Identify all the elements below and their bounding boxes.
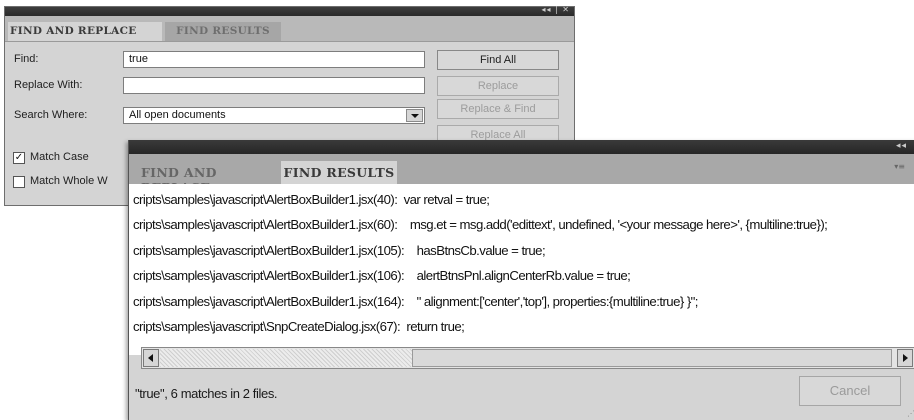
scroll-right-icon[interactable]: [897, 349, 913, 367]
match-whole-word-label: Match Whole W: [30, 175, 108, 187]
tab-find-results[interactable]: FIND RESULTS: [165, 22, 281, 41]
collapse-close-icon[interactable]: ◂◂ | ✕: [541, 5, 570, 14]
status-text: "true", 6 matches in 2 files.: [135, 386, 278, 401]
result-row[interactable]: cripts\samples\javascript\AlertBoxBuilde…: [133, 294, 698, 309]
search-where-value: All open documents: [129, 109, 226, 121]
panel-menu-icon[interactable]: ▾≡: [894, 162, 905, 171]
replace-and-find-button[interactable]: Replace & Find: [437, 99, 559, 119]
tab-find-results[interactable]: FIND RESULTS: [281, 161, 397, 184]
result-row[interactable]: cripts\samples\javascript\AlertBoxBuilde…: [133, 243, 546, 258]
scrollbar-track[interactable]: [160, 349, 412, 367]
find-all-button[interactable]: Find All: [437, 50, 559, 70]
horizontal-scrollbar[interactable]: [141, 347, 914, 369]
result-row[interactable]: cripts\samples\javascript\SnpCreateDialo…: [133, 319, 465, 334]
chevron-down-icon[interactable]: [406, 109, 423, 122]
scroll-left-icon[interactable]: [143, 349, 159, 367]
tab-bar: FIND AND REPLACE FIND RESULTS ▾≡: [129, 154, 914, 195]
tab-find-and-replace[interactable]: FIND AND REPLACE: [141, 161, 281, 195]
find-input[interactable]: true: [123, 51, 425, 68]
replace-with-label: Replace With:: [14, 79, 83, 91]
replace-with-input[interactable]: [123, 77, 425, 94]
result-row[interactable]: cripts\samples\javascript\AlertBoxBuilde…: [133, 268, 631, 283]
find-results-panel: ◂◂ FIND AND REPLACE FIND RESULTS ▾≡ crip…: [128, 140, 914, 420]
replace-button[interactable]: Replace: [437, 76, 559, 96]
match-case-label: Match Case: [30, 151, 89, 163]
match-case-checkbox[interactable]: ✓: [13, 152, 25, 164]
panel-titlebar[interactable]: ◂◂: [129, 140, 914, 154]
panel-titlebar[interactable]: ◂◂ | ✕: [5, 5, 574, 16]
tab-bar: FIND AND REPLACE FIND RESULTS: [5, 16, 574, 42]
match-whole-word-checkbox[interactable]: [13, 176, 25, 188]
find-label: Find:: [14, 53, 39, 65]
result-row[interactable]: cripts\samples\javascript\AlertBoxBuilde…: [133, 217, 828, 232]
resize-grip-icon[interactable]: ⋰: [907, 409, 914, 418]
scrollbar-thumb[interactable]: [412, 349, 892, 367]
search-where-label: Search Where:: [14, 109, 88, 121]
cancel-button[interactable]: Cancel: [799, 376, 901, 406]
tab-find-and-replace[interactable]: FIND AND REPLACE: [8, 22, 162, 41]
collapse-icon[interactable]: ◂◂: [896, 141, 907, 151]
results-list[interactable]: cripts\samples\javascript\AlertBoxBuilde…: [129, 184, 914, 355]
result-row[interactable]: cripts\samples\javascript\AlertBoxBuilde…: [133, 192, 490, 207]
search-where-dropdown[interactable]: All open documents: [123, 107, 425, 124]
